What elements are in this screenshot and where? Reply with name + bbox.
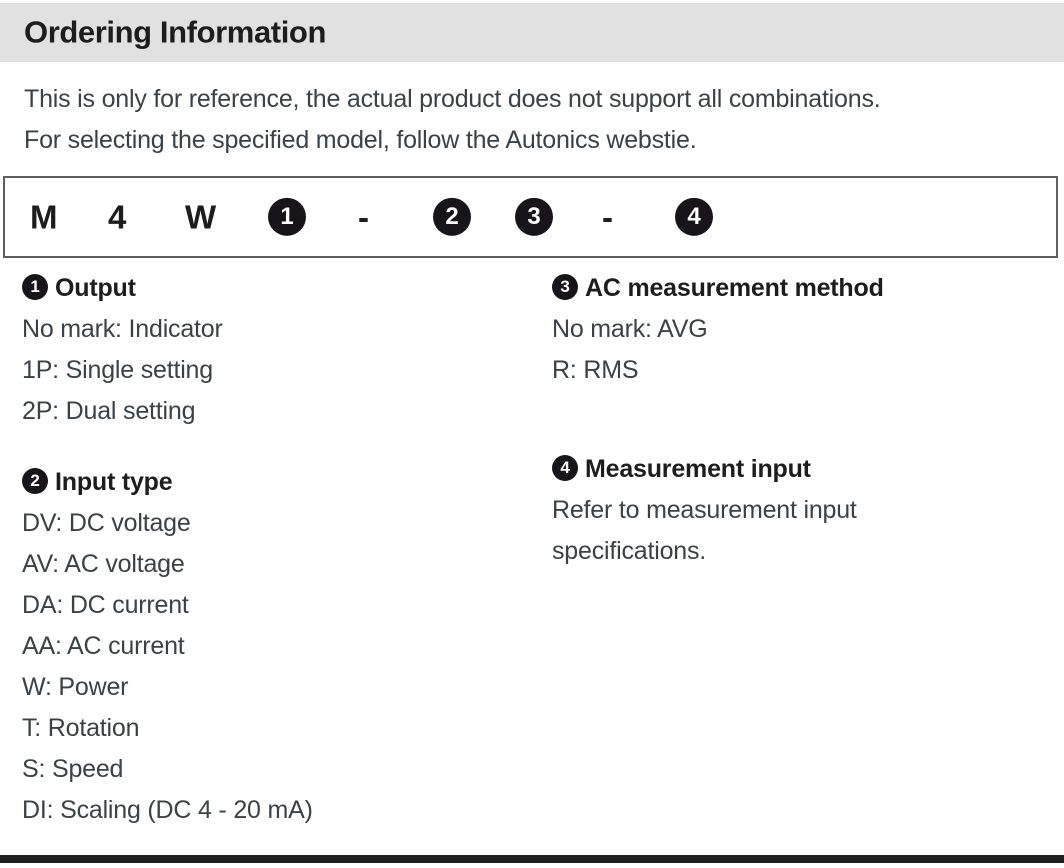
model-code-badge-4: 4 [675, 198, 713, 237]
intro-paragraph: This is only for reference, the actual p… [24, 79, 1034, 161]
model-code-char-4: 4 [108, 198, 127, 236]
legend-group-4: 4 Measurement input Refer to measurement i… [552, 449, 1052, 572]
dash-icon: - [602, 198, 613, 236]
circled-number-4-icon: 4 [675, 198, 713, 237]
legend-item: No mark: Indicator [22, 315, 223, 343]
page-title: Ordering Information [24, 13, 327, 49]
legend-group-title: 4 Measurement input [552, 449, 1052, 490]
legend-column-left: 1 Output No mark: Indicator 1P: Single sett… [22, 268, 542, 831]
model-code-separator: - [602, 201, 613, 234]
legend-item: DV: DC voltage [22, 509, 191, 537]
legend-group-3: 3 AC measurement method No mark: AVG R: RMS [552, 268, 1052, 391]
legend-item: AV: AC voltage [22, 550, 185, 578]
legend-column-right: 3 AC measurement method No mark: AVG R: RMS… [552, 268, 1052, 572]
circled-number-4-icon: 4 [552, 455, 578, 482]
legend-group-label: Input type [55, 468, 173, 496]
intro-line-2: For selecting the specified model, follo… [24, 126, 697, 154]
model-code-badge-3: 3 [515, 198, 553, 237]
circled-number-3-icon: 3 [515, 198, 553, 237]
legend-group-label: Output [55, 274, 136, 302]
legend-item: AA: AC current [22, 632, 185, 660]
legend-item: DI: Scaling (DC 4 - 20 mA) [22, 796, 313, 824]
legend-group-label: Measurement input [585, 455, 811, 483]
ordering-information-page: Ordering Information This is only for re… [0, 0, 1064, 868]
circled-number-1-icon: 1 [268, 198, 306, 237]
legend-item: W: Power [22, 673, 129, 701]
section-header-bar: Ordering Information [0, 3, 1064, 62]
model-code-separator: - [358, 201, 369, 234]
legend-group-title: 1 Output [22, 268, 542, 309]
legend-group-title: 3 AC measurement method [552, 268, 1052, 309]
legend-item: specifications. [552, 537, 707, 565]
legend-item: Refer to measurement input [552, 496, 857, 524]
intro-line-1: This is only for reference, the actual p… [24, 85, 881, 113]
legend-item: R: RMS [552, 356, 639, 384]
circled-number-2-icon: 2 [22, 468, 48, 495]
model-code-badge-2: 2 [433, 198, 471, 237]
circled-number-2-icon: 2 [433, 198, 471, 237]
legend-group-title: 2 Input type [22, 462, 542, 503]
legend-group-label: AC measurement method [585, 274, 884, 302]
model-code-char-W: W [185, 198, 217, 236]
legend-item: DA: DC current [22, 591, 189, 619]
legend-item: No mark: AVG [552, 315, 708, 343]
model-code-badge-1: 1 [268, 198, 306, 237]
model-code-char-M: M [30, 198, 58, 236]
legend-item: 2P: Dual setting [22, 397, 196, 425]
legend-group-1: 1 Output No mark: Indicator 1P: Single sett… [22, 268, 542, 432]
model-code-row: M 4 W 1 - 2 3 - 4 [5, 178, 1056, 256]
dash-icon: - [358, 198, 369, 236]
legend-item: 1P: Single setting [22, 356, 213, 384]
circled-number-3-icon: 3 [552, 274, 578, 301]
legend-group-2: 2 Input type DV: DC voltage AV: AC voltage D… [22, 462, 542, 831]
model-code-box: M 4 W 1 - 2 3 - 4 [3, 176, 1058, 258]
legend-item: S: Speed [22, 755, 124, 783]
circled-number-1-icon: 1 [22, 274, 48, 301]
legend-item: T: Rotation [22, 714, 140, 742]
page-bottom-rule [0, 855, 1064, 863]
